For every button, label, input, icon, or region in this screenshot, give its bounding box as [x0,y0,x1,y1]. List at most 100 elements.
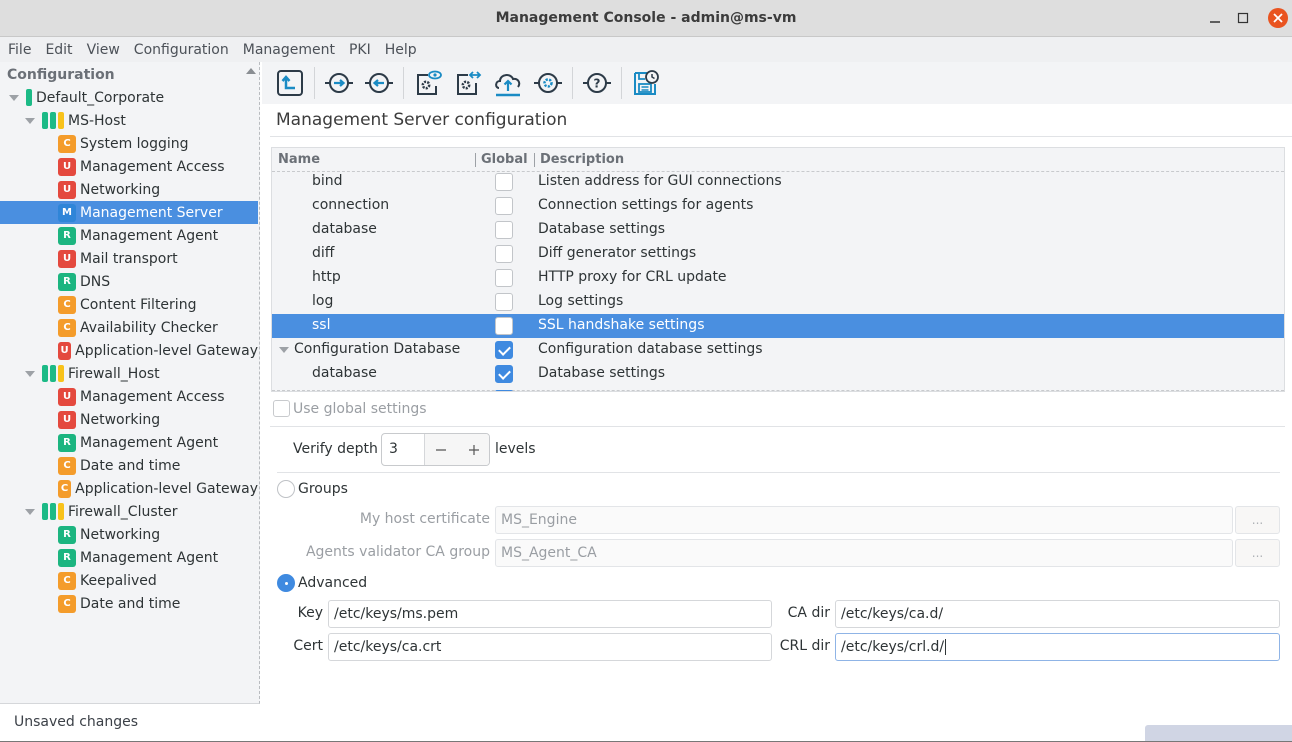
close-button[interactable] [1268,8,1288,28]
title-bar: Management Console - admin@ms-vm [0,0,1292,37]
global-checkbox[interactable] [495,269,513,287]
module-badge-icon: U [58,410,76,429]
table-row[interactable]: http HTTP proxy for CRL update [272,266,1284,290]
menu-view[interactable]: View [87,42,120,58]
agents-validator-ca-group-field[interactable]: MS_Agent_CA [495,539,1233,567]
tree-item-label: Management Agent [80,549,219,566]
tree-item-module[interactable]: U Management Access [0,385,258,408]
table-row[interactable]: database Database settings [272,218,1284,242]
key-field[interactable]: /etc/keys/ms.pem [328,600,772,628]
tree-item-module[interactable]: U Mail transport [0,247,258,270]
expand-arrow-icon[interactable] [25,508,35,515]
column-header-global[interactable]: Global [481,152,528,167]
expand-arrow-icon[interactable] [25,370,35,377]
tree-item-module[interactable]: C Date and time [0,454,258,477]
table-row[interactable]: Configuration Database Configuration data… [272,338,1284,362]
apply-settings-icon [534,73,562,93]
column-resize-handle[interactable] [475,153,476,167]
increment-button[interactable] [458,434,490,465]
minimize-button[interactable] [1205,8,1225,28]
tree-item-module[interactable]: U Application-level Gateway [0,339,258,362]
module-badge-icon: C [58,594,76,613]
module-badge-icon: R [58,433,76,452]
tree-item-host[interactable]: Firewall_Cluster [0,500,258,523]
global-checkbox[interactable] [495,197,513,215]
global-checkbox[interactable] [495,317,513,335]
global-checkbox[interactable] [495,341,513,359]
table-row[interactable]: ssl SSL handshake settings [272,314,1284,338]
tree-item-module[interactable]: C System logging [0,132,258,155]
advanced-radio-button[interactable] [277,574,295,592]
groups-radio-button[interactable] [277,480,295,498]
verify-depth-spinbox[interactable]: 3 [381,433,490,466]
tree-item-host[interactable]: MS-Host [0,109,258,132]
expand-arrow-icon[interactable] [9,94,19,101]
column-resize-handle[interactable] [534,153,535,167]
crl-dir-field[interactable]: /etc/keys/crl.d/ [835,633,1280,661]
verify-depth-value[interactable]: 3 [389,441,398,457]
upload-button[interactable] [493,68,523,98]
compare-config-button[interactable] [453,68,483,98]
tree-item-module[interactable]: U Networking [0,408,258,431]
cert-field[interactable]: /etc/keys/ca.crt [328,633,772,661]
agents-validator-ca-group-browse-button[interactable]: ... [1235,539,1280,567]
tree-item-module[interactable]: C Keepalived [0,569,258,592]
groups-radio[interactable]: Groups [277,480,348,498]
decrement-button[interactable] [425,434,458,465]
maximize-button[interactable] [1233,8,1253,28]
table-row[interactable]: database Database settings [272,362,1284,386]
row-description: Diff generator settings [538,245,697,261]
help-button[interactable]: ? [582,68,612,98]
global-checkbox[interactable] [495,173,513,191]
menu-file[interactable]: File [8,42,31,58]
ca-dir-field[interactable]: /etc/keys/ca.d/ [835,600,1280,628]
tree-item-label: System logging [80,135,189,152]
tree-item-module[interactable]: C Application-level Gateway [0,477,258,500]
menu-management[interactable]: Management [243,42,335,58]
global-checkbox[interactable] [495,293,513,311]
tree-item-module[interactable]: C Availability Checker [0,316,258,339]
view-config-button[interactable] [413,68,443,98]
tree-item-module[interactable]: C Date and time [0,592,258,615]
tree-item-module[interactable]: R Networking [0,523,258,546]
tree-item-module[interactable]: R Management Agent [0,546,258,569]
tree-item-module[interactable]: U Management Access [0,155,258,178]
apply-settings-button[interactable] [533,68,563,98]
table-row[interactable]: connection Connection settings for agents [272,194,1284,218]
global-checkbox[interactable] [495,221,513,239]
tree-item-module[interactable]: U Networking [0,178,258,201]
tree-item-group[interactable]: Default_Corporate [0,86,258,109]
menu-pki[interactable]: PKI [349,42,371,58]
column-header-name[interactable]: Name [278,152,320,167]
tree-item-module[interactable]: M Management Server [0,201,258,224]
table-row[interactable]: log Log settings [272,290,1284,314]
horizontal-scrollbar-handle[interactable] [1145,725,1292,741]
menu-help[interactable]: Help [385,42,417,58]
menu-edit[interactable]: Edit [45,42,72,58]
table-row[interactable]: diff Diff generator settings [272,242,1284,266]
advanced-radio[interactable]: Advanced [277,574,367,592]
push-button[interactable] [324,68,354,98]
tree-item-module[interactable]: R Management Agent [0,431,258,454]
my-host-certificate-field[interactable]: MS_Engine [495,506,1233,534]
scroll-up-arrow-icon[interactable] [246,68,256,74]
save-history-button[interactable] [631,68,661,98]
go-up-button[interactable] [275,68,305,98]
tree-item-module[interactable]: R DNS [0,270,258,293]
table-row[interactable]: bind Listen address for GUI connections [272,170,1284,194]
expand-arrow-icon[interactable] [25,117,35,124]
use-global-settings-checkbox[interactable]: Use global settings [273,400,427,417]
title-divider [270,136,1292,137]
global-checkbox[interactable] [495,245,513,263]
expand-arrow-icon[interactable] [279,347,289,353]
column-header-description[interactable]: Description [540,152,624,167]
menu-configuration[interactable]: Configuration [134,42,229,58]
tree-item-module[interactable]: C Content Filtering [0,293,258,316]
checkbox-box[interactable] [273,400,290,417]
tree-item-module[interactable]: R Management Agent [0,224,258,247]
pull-button[interactable] [364,68,394,98]
my-host-certificate-browse-button[interactable]: ... [1235,506,1280,534]
global-checkbox[interactable] [495,365,513,383]
tree-item-host[interactable]: Firewall_Host [0,362,258,385]
tree-item-label: MS-Host [68,112,126,129]
